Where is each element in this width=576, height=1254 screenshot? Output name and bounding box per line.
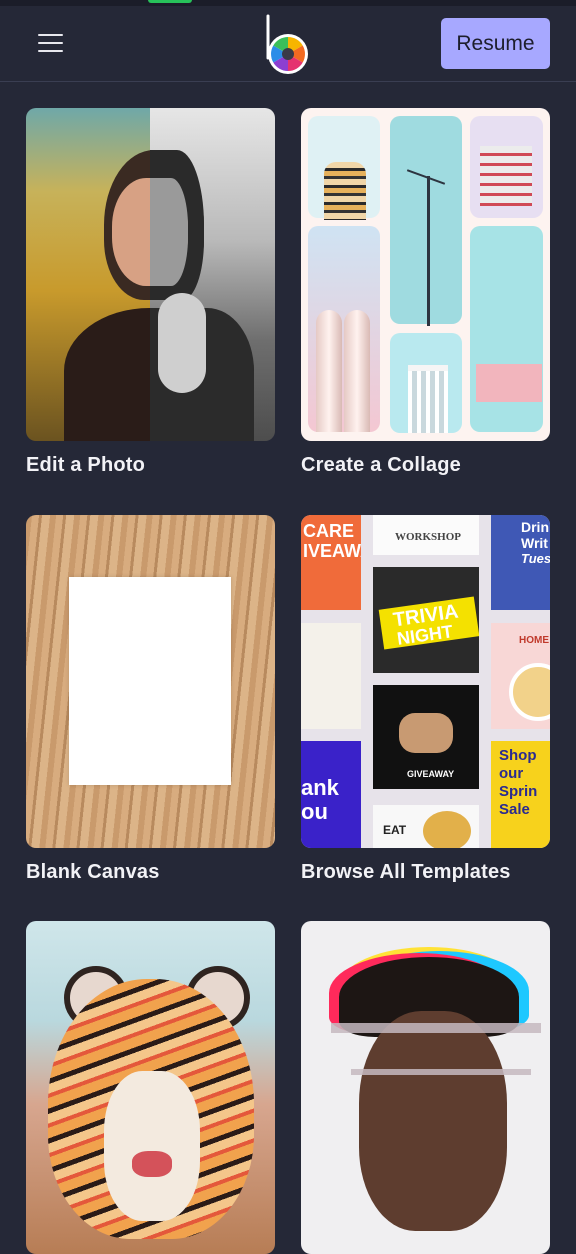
color-wheel-logo-icon[interactable] [262,14,314,76]
card-label: Edit a Photo [26,454,146,476]
blank-canvas-thumbnail [26,515,275,848]
card-label: Blank Canvas [26,861,160,883]
collage-thumbnail [301,108,550,441]
hamburger-menu-icon[interactable] [34,26,68,60]
edit-photo-thumbnail [26,108,275,441]
tiger-art-thumbnail [26,921,275,1254]
resume-button[interactable]: Resume [441,18,550,69]
templates-thumbnail: CARE IVEAWAY WORKSHOP Drin Writ Tues TRI… [301,515,550,848]
card-label: Browse All Templates [301,861,511,883]
top-app-bar: Resume [0,6,576,82]
glitch-portrait-thumbnail [301,921,550,1254]
card-label: Create a Collage [301,454,461,476]
status-indicator [148,0,192,3]
